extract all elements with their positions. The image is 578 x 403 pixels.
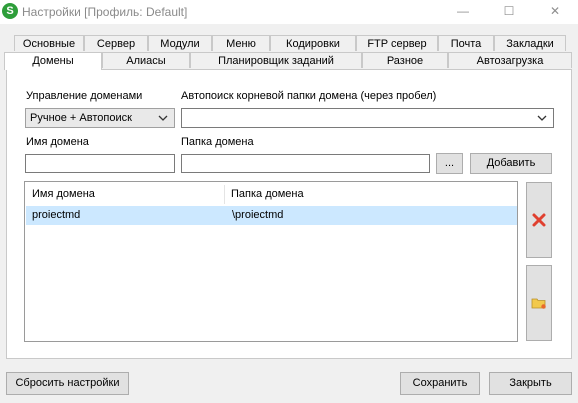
- domain-folder-input[interactable]: [181, 154, 430, 173]
- tab-ftp-server[interactable]: FTP сервер: [356, 35, 438, 51]
- tab-modules[interactable]: Модули: [148, 35, 212, 51]
- window-title: Настройки [Профиль: Default]: [22, 5, 188, 19]
- tab-aliases[interactable]: Алиасы: [102, 52, 190, 68]
- open-folder-button[interactable]: [526, 265, 552, 341]
- tab-autoload[interactable]: Автозагрузка: [448, 52, 572, 68]
- tab-domains[interactable]: Домены: [4, 52, 102, 70]
- table-row[interactable]: proiectmd \proiectmd: [26, 206, 517, 225]
- reset-settings-button[interactable]: Сбросить настройки: [6, 372, 129, 395]
- row-domain-name: proiectmd: [32, 209, 81, 221]
- domain-folder-label: Папка домена: [181, 136, 254, 148]
- chevron-down-icon: [537, 115, 547, 121]
- domain-mgmt-select[interactable]: Ручное + Автопоиск: [25, 108, 175, 128]
- tab-misc[interactable]: Разное: [362, 52, 448, 68]
- close-window-button[interactable]: ✕: [532, 0, 578, 24]
- domain-mgmt-label: Управление доменами: [26, 90, 143, 102]
- tab-encodings[interactable]: Кодировки: [270, 35, 356, 51]
- app-logo-icon: S: [2, 3, 18, 19]
- domain-name-input[interactable]: [25, 154, 175, 173]
- title-bar: S Настройки [Профиль: Default] — ☐ ✕: [0, 0, 578, 24]
- tab-server[interactable]: Сервер: [84, 35, 148, 51]
- column-header-domain-folder[interactable]: Папка домена: [225, 185, 515, 204]
- save-button[interactable]: Сохранить: [400, 372, 480, 395]
- tab-general[interactable]: Основные: [14, 35, 84, 51]
- autosearch-combo[interactable]: [181, 108, 554, 128]
- delete-domain-button[interactable]: [526, 182, 552, 258]
- maximize-button[interactable]: ☐: [486, 0, 532, 24]
- tab-scheduler[interactable]: Планировщик заданий: [190, 52, 362, 68]
- add-button[interactable]: Добавить: [470, 153, 552, 174]
- tab-bookmarks[interactable]: Закладки: [494, 35, 566, 51]
- column-header-domain-name[interactable]: Имя домена: [26, 185, 224, 204]
- tab-mail[interactable]: Почта: [438, 35, 494, 51]
- folder-icon: [531, 298, 546, 309]
- row-domain-folder: \proiectmd: [232, 209, 284, 221]
- browse-button[interactable]: ...: [436, 153, 463, 174]
- close-button[interactable]: Закрыть: [489, 372, 572, 395]
- tab-menu[interactable]: Меню: [212, 35, 270, 51]
- delete-x-icon: [532, 213, 546, 227]
- autosearch-label: Автопоиск корневой папки домена (через п…: [181, 90, 437, 102]
- domain-name-label: Имя домена: [26, 136, 89, 148]
- minimize-button[interactable]: —: [440, 0, 486, 24]
- domain-mgmt-value: Ручное + Автопоиск: [30, 112, 132, 124]
- domain-list[interactable]: Имя домена Папка домена proiectmd \proie…: [24, 181, 518, 342]
- chevron-down-icon: [158, 115, 168, 121]
